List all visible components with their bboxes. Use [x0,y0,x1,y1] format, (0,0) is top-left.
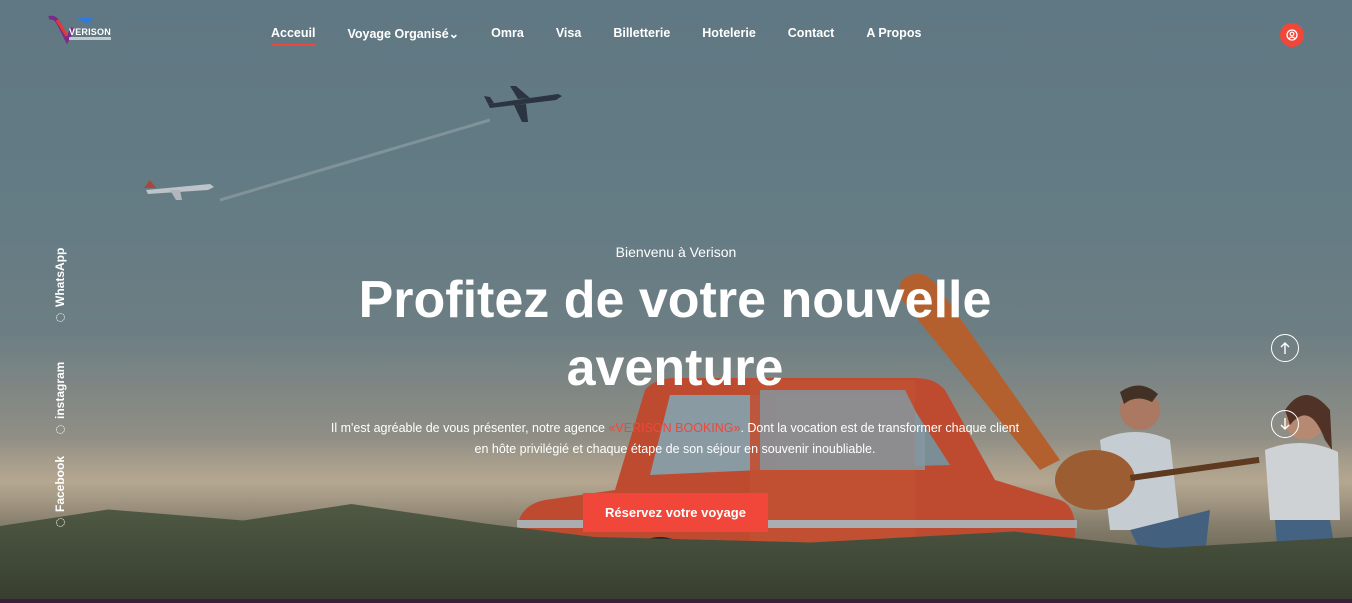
logo-tagline [69,37,111,40]
arrow-down-icon [1280,418,1290,430]
nav-item-label: Voyage Organisé [347,26,449,41]
scroll-down-button[interactable] [1271,410,1299,438]
social-label: Facebook [53,455,67,512]
nav-item-omra[interactable]: Omra [491,26,524,41]
nav-item-hotelerie[interactable]: Hotelerie [702,26,756,41]
book-trip-button[interactable]: Réservez votre voyage [583,493,768,532]
dotted-circle-icon [55,518,65,527]
nav-item-billetterie[interactable]: Billetterie [613,26,670,41]
dotted-circle-icon [55,425,65,434]
logo-text: VERISON [69,27,111,37]
nav-item-visa[interactable]: Visa [556,26,582,41]
arrow-up-icon [1280,342,1290,354]
scroll-up-button[interactable] [1271,334,1299,362]
chevron-down-icon: ⌄ [448,27,460,41]
nav-item-contact[interactable]: Contact [788,26,835,41]
hero-headline: Profitez de votre nouvelle aventure [358,271,992,397]
intro-text: Il m'est agréable de vous présenter, not… [330,421,609,435]
hero-intro: Il m'est agréable de vous présenter, not… [330,418,1020,460]
main-nav: Acceuil Voyage Organisé ⌄ Omra Visa Bill… [271,26,921,46]
nav-item-voyage-organise[interactable]: Voyage Organisé ⌄ [347,26,460,42]
user-circle-icon [1286,29,1298,41]
social-instagram-link[interactable]: instagram [53,362,67,434]
social-facebook-link[interactable]: Facebook [53,456,67,527]
agency-name-highlight: «VERISON BOOKING» [608,421,741,435]
user-account-button[interactable] [1280,23,1304,47]
dotted-circle-icon [55,313,65,322]
site-header: VERISON Acceuil Voyage Organisé ⌄ Omra V… [0,0,1352,68]
logo[interactable]: VERISON [47,14,117,44]
nav-item-a-propos[interactable]: A Propos [866,26,921,41]
hero-welcome: Bienvenu à Verison [615,244,737,260]
nav-item-acceuil[interactable]: Acceuil [271,26,316,46]
social-label: instagram [53,361,67,419]
